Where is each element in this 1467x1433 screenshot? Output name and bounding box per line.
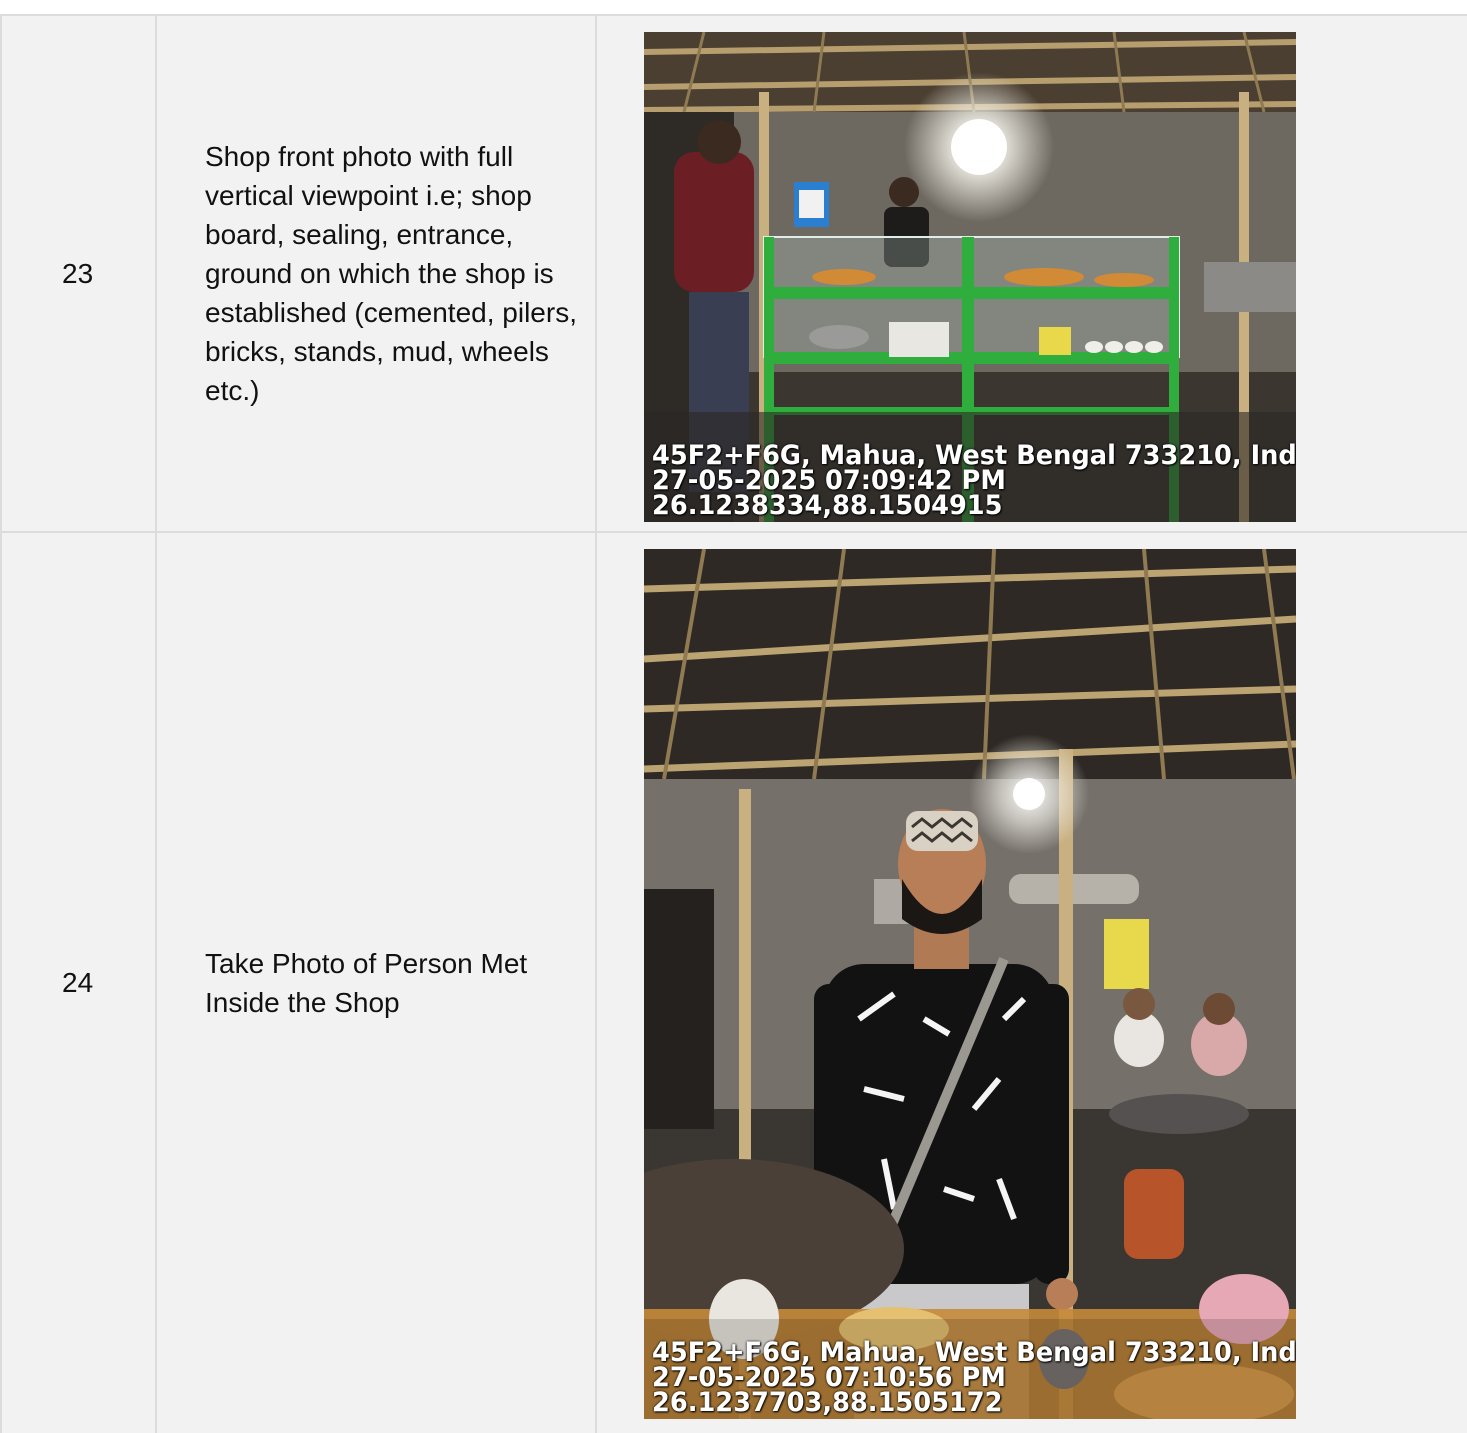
geotag-stamp: 45F2+F6G, Mahua, West Bengal 733210, Ind… xyxy=(652,1337,1296,1418)
shop-front-photo[interactable]: 45F2+F6G, Mahua, West Bengal 733210, Ind… xyxy=(644,32,1296,522)
row-description: Take Photo of Person Met Inside the Shop xyxy=(157,533,597,1433)
table-row: 24 Take Photo of Person Met Inside the S… xyxy=(0,533,1467,1433)
inspection-table: 23 Shop front photo with full vertical v… xyxy=(0,14,1467,1433)
row-description: Shop front photo with full vertical view… xyxy=(157,16,597,531)
row-number: 24 xyxy=(0,533,157,1433)
photo-cell: 45F2+F6G, Mahua, West Bengal 733210, Ind… xyxy=(597,16,1467,531)
table-row: 23 Shop front photo with full vertical v… xyxy=(0,16,1467,533)
photo-cell: 45F2+F6G, Mahua, West Bengal 733210, Ind… xyxy=(597,533,1467,1433)
person-met-illustration xyxy=(644,549,1296,1419)
person-met-photo[interactable]: 45F2+F6G, Mahua, West Bengal 733210, Ind… xyxy=(644,549,1296,1419)
geotag-stamp: 45F2+F6G, Mahua, West Bengal 733210, Ind… xyxy=(652,440,1296,521)
row-number: 23 xyxy=(0,16,157,531)
